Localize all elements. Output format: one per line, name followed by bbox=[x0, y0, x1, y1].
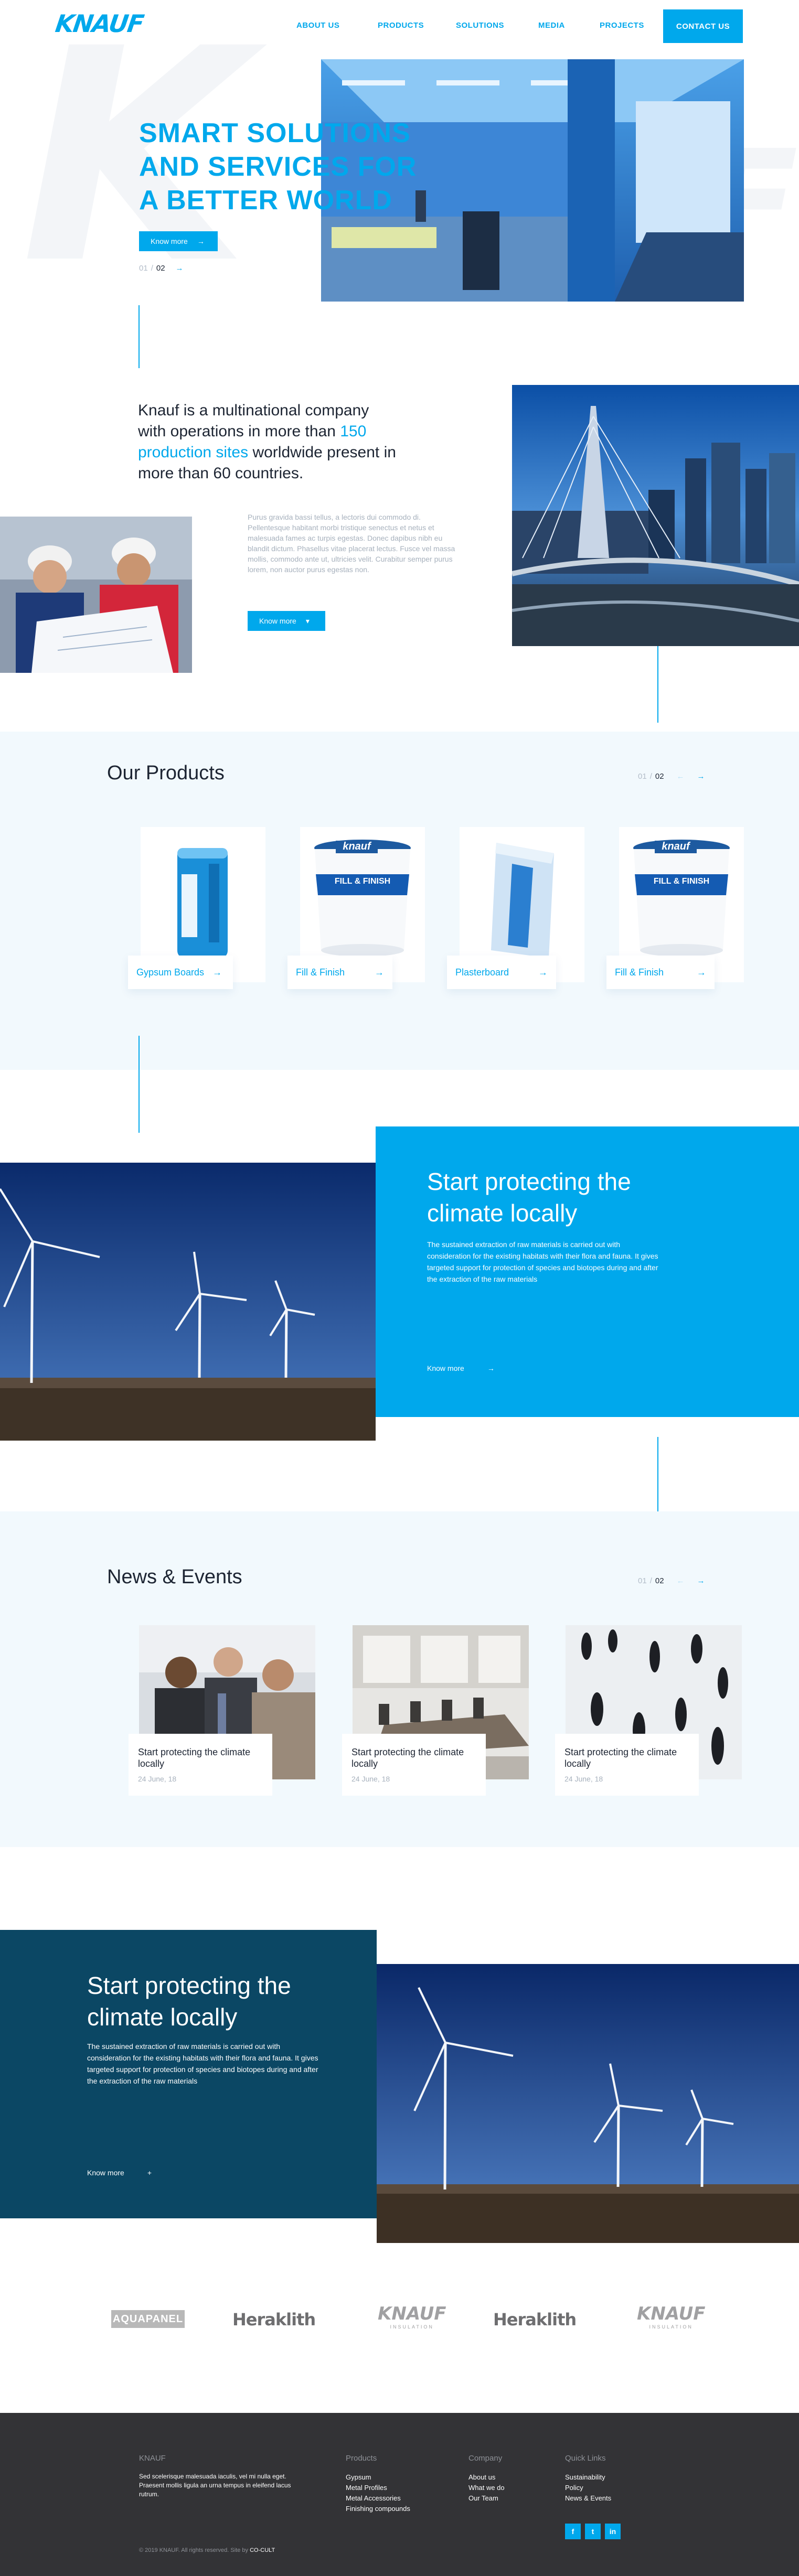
nav-projects[interactable]: PROJECTS bbox=[600, 21, 644, 30]
twitter-icon[interactable]: t bbox=[585, 2524, 601, 2539]
climate-panel: Start protecting the climate locally The… bbox=[376, 1126, 799, 1417]
product-label-gypsum[interactable]: Gypsum Boards → bbox=[128, 956, 233, 989]
arrow-right-icon: → bbox=[197, 237, 205, 245]
heraklith-logo[interactable]: Heraklith bbox=[493, 2310, 577, 2330]
nav-products[interactable]: PRODUCTS bbox=[378, 21, 456, 30]
intro-know-more-button[interactable]: Know more ▾ bbox=[248, 611, 325, 631]
news-title: News & Events bbox=[107, 1566, 242, 1588]
news-card[interactable]: Start protecting the climate locally 24 … bbox=[555, 1734, 699, 1796]
climate-body: The sustained extraction of raw material… bbox=[427, 1240, 658, 1283]
knauf-insulation-logo[interactable]: KNAUF INSULATION bbox=[378, 2303, 446, 2330]
arrow-right-icon[interactable]: → bbox=[697, 772, 705, 781]
news-card-title: Start protecting the climate locally bbox=[351, 1747, 464, 1769]
footer-link[interactable]: Metal Accessories bbox=[346, 2493, 410, 2504]
footer-link[interactable]: What we do bbox=[468, 2483, 505, 2493]
main-nav: ABOUT US PRODUCTS SOLUTIONS MEDIA PROJEC… bbox=[296, 21, 644, 30]
climate-know-more-link[interactable]: Know more + bbox=[87, 2169, 152, 2177]
facebook-icon[interactable]: f bbox=[565, 2524, 581, 2539]
nav-about-us[interactable]: ABOUT US bbox=[296, 21, 378, 30]
divider-line bbox=[139, 1036, 140, 1133]
aquapanel-logo[interactable]: AQUAPANEL bbox=[111, 2310, 185, 2328]
chevron-down-icon: ▾ bbox=[305, 616, 310, 625]
plus-icon: + bbox=[147, 2169, 152, 2177]
climate-body: The sustained extraction of raw material… bbox=[87, 2042, 318, 2085]
news-card[interactable]: Start protecting the climate locally 24 … bbox=[342, 1734, 486, 1796]
divider-line bbox=[657, 646, 658, 723]
climate-panel-dark: Start protecting the climate locally The… bbox=[0, 1930, 377, 2218]
arrow-left-icon[interactable]: ← bbox=[677, 1576, 685, 1585]
pager-current: 01 bbox=[139, 264, 148, 273]
heraklith-logo[interactable]: Heraklith bbox=[232, 2310, 316, 2330]
news-card-title: Start protecting the climate locally bbox=[138, 1747, 251, 1769]
bucket-product-label: FILL & FINISH bbox=[653, 877, 710, 886]
news-card-date: 24 June, 18 bbox=[351, 1775, 390, 1783]
bucket-brand-label: knauf bbox=[655, 841, 697, 853]
contact-us-button[interactable]: CONTACT US bbox=[663, 9, 743, 43]
footer-link[interactable]: Our Team bbox=[468, 2493, 505, 2504]
product-label-plasterboard[interactable]: Plasterboard → bbox=[447, 956, 556, 989]
footer-brand: KNAUF bbox=[139, 2454, 166, 2463]
arrow-right-icon: → bbox=[538, 967, 548, 978]
climate-know-more-link[interactable]: Know more → bbox=[427, 1364, 495, 1372]
wind-turbines-image bbox=[377, 1964, 799, 2243]
social-links: f t in bbox=[565, 2524, 621, 2539]
climate-title: Start protecting the climate locally bbox=[87, 1972, 291, 2031]
intro-know-more-label: Know more bbox=[259, 617, 296, 625]
intro-body-text: Purus gravida bassi tellus, a lectoris d… bbox=[248, 513, 455, 574]
hero-pager: 01 / 02 → bbox=[139, 264, 184, 273]
workers-image bbox=[0, 517, 192, 673]
product-label-fill-finish-2[interactable]: Fill & Finish → bbox=[606, 956, 715, 989]
nav-media[interactable]: MEDIA bbox=[538, 21, 600, 30]
footer-link[interactable]: Sustainability bbox=[565, 2472, 611, 2483]
products-pager: 01 / 02 ← → bbox=[638, 772, 705, 781]
knauf-logo[interactable]: KNAUF bbox=[54, 9, 145, 38]
news-card-title: Start protecting the climate locally bbox=[564, 1747, 677, 1769]
city-bridge-image bbox=[512, 385, 799, 646]
linkedin-icon[interactable]: in bbox=[605, 2524, 621, 2539]
footer-link[interactable]: About us bbox=[468, 2472, 505, 2483]
footer-products: Products Gypsum Metal Profiles Metal Acc… bbox=[346, 2454, 410, 2514]
copyright: © 2019 KNAUF. All rights reserved. Site … bbox=[139, 2547, 275, 2553]
product-label-fill-finish[interactable]: Fill & Finish → bbox=[287, 956, 392, 989]
news-pager: 01 / 02 ← → bbox=[638, 1576, 705, 1585]
hero-title: SMART SOLUTIONS AND SERVICES FOR A BETTE… bbox=[139, 118, 417, 216]
arrow-right-icon[interactable]: → bbox=[176, 264, 184, 273]
footer-company: Company About us What we do Our Team bbox=[468, 2454, 505, 2504]
pager-total: 02 bbox=[156, 264, 165, 273]
arrow-right-icon: → bbox=[487, 1364, 495, 1372]
bucket-brand-label: knauf bbox=[336, 841, 378, 853]
arrow-left-icon[interactable]: ← bbox=[677, 772, 685, 781]
footer-about: KNAUF Sed scelerisque malesuada iaculis,… bbox=[139, 2454, 291, 2499]
climate-title: Start protecting the climate locally bbox=[427, 1168, 631, 1227]
footer: KNAUF Sed scelerisque malesuada iaculis,… bbox=[0, 2413, 799, 2576]
news-card[interactable]: Start protecting the climate locally 24 … bbox=[129, 1734, 272, 1796]
nav-solutions[interactable]: SOLUTIONS bbox=[456, 21, 538, 30]
credit-link[interactable]: CO-CULT bbox=[250, 2547, 275, 2553]
bucket-product-label: FILL & FINISH bbox=[334, 877, 391, 886]
hero-know-more-button[interactable]: Know more → bbox=[139, 231, 218, 251]
footer-quick-links: Quick Links Sustainability Policy News &… bbox=[565, 2454, 611, 2504]
arrow-right-icon[interactable]: → bbox=[697, 1576, 705, 1585]
news-card-date: 24 June, 18 bbox=[564, 1775, 603, 1783]
footer-link[interactable]: Policy bbox=[565, 2483, 611, 2493]
arrow-right-icon: → bbox=[375, 967, 384, 978]
intro-statement: Knauf is a multinational company with op… bbox=[138, 402, 396, 482]
divider-line bbox=[139, 305, 140, 368]
footer-link[interactable]: News & Events bbox=[565, 2493, 611, 2504]
footer-about-text: Sed scelerisque malesuada iaculis, vel m… bbox=[139, 2473, 291, 2498]
news-card-date: 24 June, 18 bbox=[138, 1775, 177, 1783]
footer-link[interactable]: Finishing compounds bbox=[346, 2504, 410, 2514]
arrow-right-icon: → bbox=[212, 967, 222, 978]
arrow-right-icon: → bbox=[697, 967, 706, 978]
hero-know-more-label: Know more bbox=[151, 237, 188, 245]
wind-turbines-image bbox=[0, 1163, 376, 1441]
footer-link[interactable]: Metal Profiles bbox=[346, 2483, 410, 2493]
footer-link[interactable]: Gypsum bbox=[346, 2472, 410, 2483]
knauf-insulation-logo[interactable]: KNAUF INSULATION bbox=[637, 2303, 705, 2330]
products-title: Our Products bbox=[107, 762, 225, 784]
